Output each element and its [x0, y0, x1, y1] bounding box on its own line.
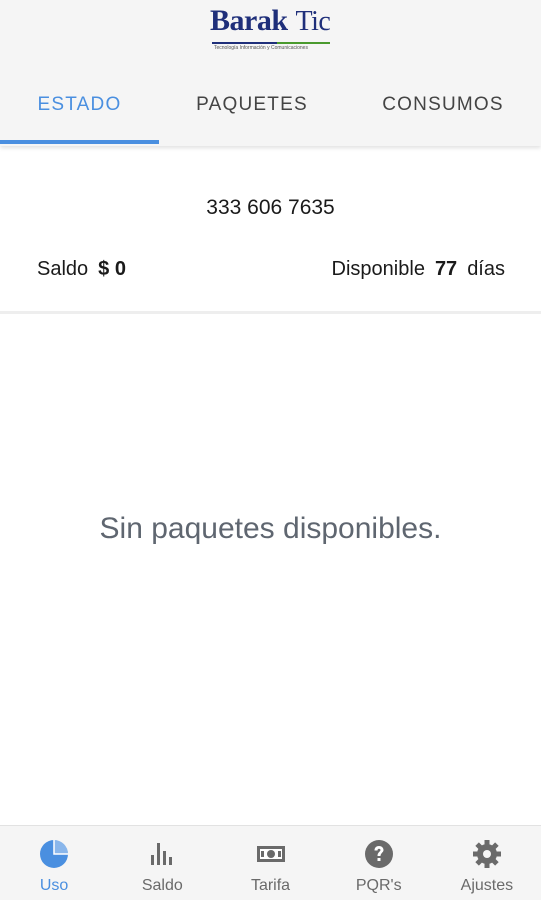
- empty-packages-message: Sin paquetes disponibles.: [99, 512, 442, 545]
- app-screen: Barak Tic Tecnología Información y Comuni…: [0, 0, 541, 900]
- saldo-info: Saldo $ 0: [37, 258, 126, 281]
- disponible-value: 77: [434, 258, 458, 280]
- bottom-navigation: Uso Saldo Tarifa PQR's Ajustes: [0, 825, 541, 900]
- nav-item-pqrs[interactable]: PQR's: [325, 826, 433, 900]
- section-divider: [0, 311, 541, 314]
- tab-consumos[interactable]: CONSUMOS: [345, 68, 541, 142]
- barak-tic-logo: Barak Tic Tecnología Información y Comuni…: [206, 4, 336, 54]
- saldo-value: $ 0: [98, 258, 126, 280]
- disponible-info: Disponible 77 días: [332, 258, 505, 281]
- nav-label-pqrs: PQR's: [355, 877, 402, 894]
- gear-icon: [472, 840, 501, 868]
- nav-item-uso[interactable]: Uso: [0, 826, 108, 900]
- logo-word-barak: Barak: [210, 4, 288, 37]
- logo-wordmark: Barak Tic: [210, 4, 331, 38]
- logo-word-tic: Tic: [295, 6, 331, 37]
- nav-label-uso: Uso: [39, 877, 69, 894]
- nav-item-saldo[interactable]: Saldo: [108, 826, 216, 900]
- phone-number: 333 606 7635: [206, 196, 335, 219]
- disponible-label: Disponible: [331, 258, 425, 280]
- nav-label-tarifa: Tarifa: [250, 877, 291, 894]
- active-tab-indicator: [0, 140, 159, 144]
- tab-paquetes[interactable]: PAQUETES: [159, 68, 345, 142]
- tab-bar: ESTADO PAQUETES CONSUMOS: [0, 68, 541, 146]
- logo-tagline: Tecnología Información y Comunicaciones: [214, 45, 308, 51]
- help-circle-icon: [364, 840, 393, 868]
- disponible-unit: días: [467, 258, 505, 280]
- nav-label-ajustes: Ajustes: [460, 877, 514, 894]
- logo-underline: [212, 42, 330, 44]
- saldo-label: Saldo: [37, 258, 89, 280]
- nav-item-tarifa[interactable]: Tarifa: [216, 826, 324, 900]
- bar-chart-icon: [151, 843, 173, 865]
- app-header: Barak Tic Tecnología Información y Comuni…: [0, 0, 541, 146]
- pie-chart-icon: [40, 840, 69, 868]
- money-icon: [256, 846, 285, 862]
- tab-estado[interactable]: ESTADO: [0, 68, 159, 142]
- nav-label-saldo: Saldo: [141, 877, 183, 894]
- nav-item-ajustes[interactable]: Ajustes: [433, 826, 541, 900]
